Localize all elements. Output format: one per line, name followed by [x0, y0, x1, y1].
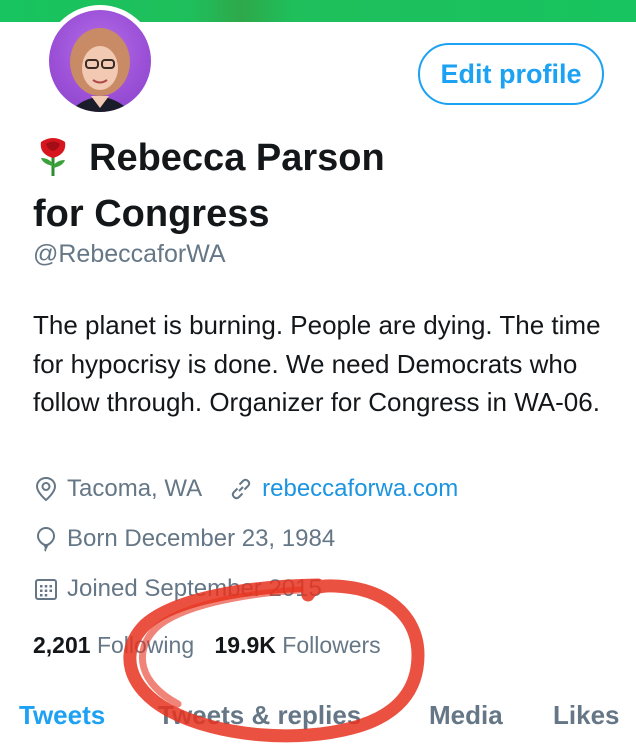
location-website-row: Tacoma, WA rebeccaforwa.com	[33, 475, 458, 503]
profile-name-line1: Rebecca Parson	[89, 137, 385, 179]
joined-text: Joined September 2015	[67, 575, 322, 602]
link-icon	[231, 478, 251, 500]
location-text: Tacoma, WA	[67, 475, 203, 502]
joined-row: Joined September 2015	[33, 575, 322, 603]
tab-tweets[interactable]: Tweets	[19, 700, 105, 731]
avatar-photo	[49, 10, 151, 112]
edit-profile-label: Edit profile	[440, 58, 582, 89]
follow-counts: 2,201 Following 19.9K Followers	[33, 632, 381, 659]
tab-tweets-replies[interactable]: Tweets & replies	[158, 700, 361, 731]
following-link[interactable]: 2,201 Following	[33, 632, 194, 658]
tab-likes[interactable]: Likes	[553, 700, 620, 731]
edit-profile-button[interactable]: Edit profile	[418, 43, 604, 105]
profile-name: Rebecca Parson for Congress	[33, 133, 593, 239]
following-label: Following	[96, 632, 195, 658]
location-pin-icon	[35, 476, 57, 502]
tab-media[interactable]: Media	[429, 700, 503, 731]
website-link[interactable]: rebeccaforwa.com	[262, 475, 458, 503]
profile-tabs: Tweets Tweets & replies Media Likes	[0, 700, 636, 740]
following-count: 2,201	[33, 632, 91, 658]
avatar[interactable]	[44, 5, 156, 117]
profile-bio: The planet is burning. People are dying.…	[33, 310, 601, 417]
profile-name-line2: for Congress	[33, 193, 270, 235]
rose-icon	[33, 136, 77, 189]
calendar-icon	[35, 579, 57, 600]
followers-label: Followers	[282, 632, 381, 658]
balloon-icon	[36, 526, 56, 552]
born-row: Born December 23, 1984	[33, 525, 335, 553]
profile-handle: @RebeccaforWA	[33, 240, 226, 268]
born-text: Born December 23, 1984	[67, 525, 336, 552]
followers-link[interactable]: 19.9K Followers	[215, 632, 381, 658]
followers-count: 19.9K	[214, 632, 276, 658]
